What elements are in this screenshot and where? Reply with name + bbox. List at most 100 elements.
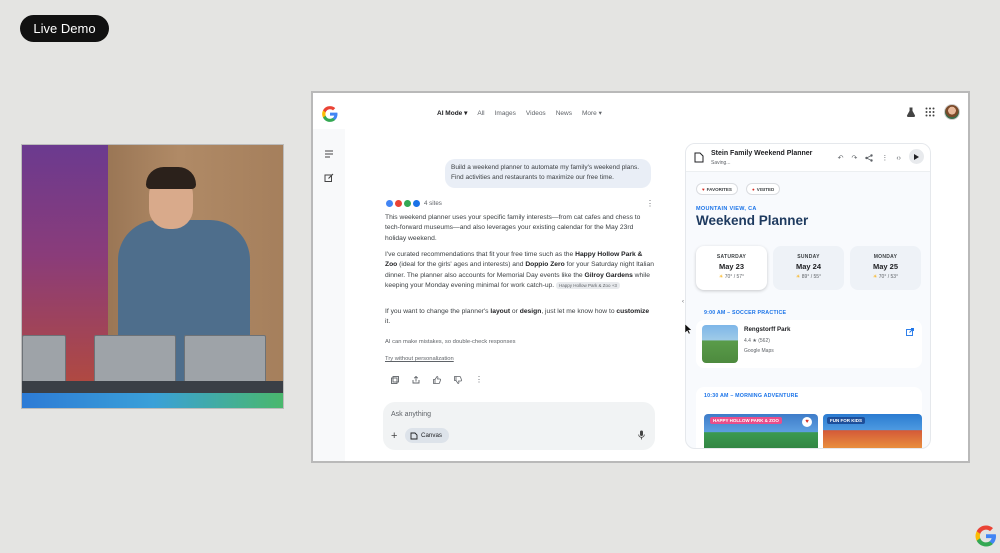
ai-disclaimer: AI can make mistakes, so double-check re…	[385, 339, 516, 345]
place-thumbnail	[702, 325, 738, 363]
thumbs-down-icon[interactable]	[454, 376, 462, 384]
nav-more[interactable]: More ▾	[582, 109, 602, 117]
more-options-icon[interactable]: ⋮	[646, 199, 654, 208]
favorites-label: FAVORITES	[706, 186, 732, 192]
pin-icon: ●	[752, 186, 755, 192]
live-demo-badge: Live Demo	[20, 15, 109, 42]
heart-icon: ♥	[702, 186, 705, 192]
nav-ai-mode-label: AI Mode	[437, 110, 463, 117]
search-nav: AI Mode ▾ All Images Videos News More ▾	[437, 109, 602, 118]
share-icon[interactable]	[412, 376, 420, 384]
link-doppio-zero[interactable]: Doppio Zero	[525, 261, 564, 268]
nav-images[interactable]: Images	[495, 110, 516, 117]
collapse-canvas-icon[interactable]: ‹	[682, 299, 684, 305]
history-list-icon[interactable]	[324, 149, 334, 159]
sun-icon: ☀	[872, 274, 878, 280]
para3-text: it.	[385, 318, 391, 326]
nav-videos[interactable]: Videos	[526, 110, 546, 117]
account-avatar[interactable]	[944, 104, 960, 120]
labs-flask-icon[interactable]	[906, 107, 916, 117]
happy-hollow-image[interactable]: HAPPY HOLLOW PARK & ZOO ♥	[704, 414, 818, 448]
para3-text: or	[510, 308, 520, 315]
day-temp: 89° / 55°	[801, 274, 822, 280]
thumbs-up-icon[interactable]	[433, 376, 441, 384]
nav-all[interactable]: All	[477, 110, 484, 117]
desk	[22, 381, 283, 393]
favorites-filter-pill[interactable]: ♥ FAVORITES	[696, 183, 738, 195]
response-paragraph-1: This weekend planner uses your specific …	[385, 214, 641, 242]
place-rating: 4.4 ★ (562)	[744, 338, 770, 344]
source-favicon	[403, 199, 412, 208]
source-favicon	[394, 199, 403, 208]
more-actions-icon[interactable]: ⋮	[475, 376, 483, 384]
section-morning-adventure: 10:30 AM – MORNING ADVENTURE	[704, 393, 799, 399]
microphone-icon[interactable]	[638, 430, 645, 440]
google-logo-icon[interactable]	[321, 105, 339, 123]
adventure-image-2[interactable]: FUN FOR KIDS	[823, 414, 922, 448]
day-date: May 24	[795, 262, 822, 271]
new-chat-edit-icon[interactable]	[324, 173, 334, 183]
sources-count: 4 sites	[424, 200, 442, 207]
canvas-chip-label: Canvas	[421, 432, 442, 439]
try-without-personalization-link[interactable]: Try without personalization	[385, 356, 454, 362]
link-gilroy-gardens[interactable]: Gilroy Gardens	[585, 272, 633, 279]
planner-heading: Weekend Planner	[696, 213, 809, 228]
day-name: SATURDAY	[716, 254, 747, 260]
share-network-icon[interactable]	[865, 154, 874, 162]
para2-text: I've curated recommendations that fit yo…	[385, 251, 576, 258]
browser-screen: AI Mode ▾ All Images Videos News More ▾ …	[311, 91, 970, 463]
nav-more-label: More	[581, 110, 597, 117]
undo-icon[interactable]: ↶	[838, 154, 844, 162]
para2-text: (ideal for the girls' ages and interests…	[397, 261, 526, 269]
laptop	[22, 335, 66, 383]
canvas-more-icon[interactable]: ⋮	[881, 154, 888, 162]
day-weather: ☀ 70° / 53°	[850, 274, 921, 280]
day-date: May 25	[872, 262, 899, 271]
source-favicon	[385, 199, 394, 208]
laptop	[94, 335, 176, 383]
ask-input-box[interactable]: Ask anything + Canvas	[383, 402, 655, 450]
para3-bold: design	[519, 308, 542, 315]
code-view-icon[interactable]: ‹›	[896, 155, 901, 162]
top-right-actions	[906, 104, 960, 120]
day-card-monday[interactable]: MONDAY May 25 ☀ 70° / 53°	[850, 246, 921, 290]
canvas-panel: Stein Family Weekend Planner Saving... ↶…	[685, 143, 931, 449]
favorite-heart-icon[interactable]: ♥	[802, 417, 812, 427]
day-card-saturday[interactable]: SATURDAY May 23 ☀ 70° / 57°	[696, 246, 767, 290]
nav-news[interactable]: News	[556, 110, 572, 117]
presenter-hair	[146, 167, 196, 189]
visited-filter-pill[interactable]: ● VISITED	[746, 183, 781, 195]
mouse-cursor-icon	[685, 324, 692, 334]
redo-icon[interactable]: ↷	[851, 154, 857, 162]
place-card-rengstorff[interactable]: Rengstorff Park 4.4 ★ (562) Google Maps	[696, 320, 922, 368]
day-name: MONDAY	[873, 254, 898, 260]
apps-grid-icon[interactable]	[925, 107, 935, 117]
day-card-sunday[interactable]: SUNDAY May 24 ☀ 89° / 55°	[773, 246, 844, 290]
response-paragraph-3: If you want to change the planner's layo…	[385, 307, 655, 328]
canvas-doc-icon	[694, 152, 704, 163]
canvas-toolbar: ↶ ↷ ⋮ ‹›	[838, 149, 924, 164]
user-message-bubble: Build a weekend planner to automate my f…	[445, 159, 651, 188]
canvas-tool-chip[interactable]: Canvas	[405, 428, 449, 443]
left-sidebar	[313, 129, 345, 461]
place-name: Rengstorff Park	[744, 326, 791, 333]
para3-bold: customize	[616, 308, 650, 315]
canvas-save-status: Saving...	[711, 160, 731, 166]
section-soccer-practice: 9:00 AM – SOCCER PRACTICE	[704, 310, 787, 316]
image-caption: FUN FOR KIDS	[827, 417, 865, 424]
preview-play-icon[interactable]	[909, 149, 924, 164]
google-watermark-icon	[975, 525, 996, 547]
add-attachment-icon[interactable]: +	[391, 430, 397, 442]
day-name: SUNDAY	[797, 254, 820, 260]
sources-indicator[interactable]: 4 sites	[385, 199, 442, 208]
open-external-icon[interactable]	[906, 328, 914, 336]
citation-chip[interactable]: Happy Hollow Park & Zoo +3	[556, 282, 620, 290]
nav-ai-mode[interactable]: AI Mode ▾	[437, 109, 467, 117]
copy-icon[interactable]	[391, 376, 399, 384]
day-weather: ☀ 89° / 55°	[773, 274, 844, 280]
day-temp: 70° / 57°	[724, 274, 745, 280]
ask-input-placeholder[interactable]: Ask anything	[391, 411, 431, 418]
visited-label: VISITED	[756, 186, 775, 192]
canvas-header: Stein Family Weekend Planner Saving... ↶…	[686, 144, 930, 172]
source-favicon	[412, 199, 421, 208]
